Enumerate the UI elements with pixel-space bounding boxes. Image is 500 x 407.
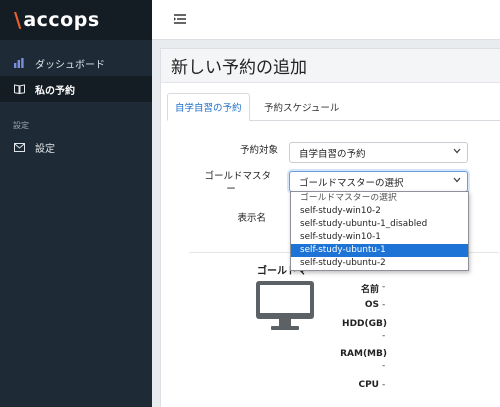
spec-label-cpu: CPU bbox=[358, 380, 379, 390]
monitor-icon bbox=[256, 281, 314, 333]
tab-self-study[interactable]: 自学自習の予約 bbox=[167, 93, 250, 121]
topbar bbox=[152, 0, 500, 40]
tab-schedule[interactable]: 予約スケジュール bbox=[257, 93, 346, 121]
golden-master-label: ゴールドマスタ ー bbox=[191, 170, 271, 196]
golden-master-dropdown[interactable]: ゴールドマスターの選択 self-study-win10-2 self-stud… bbox=[290, 191, 469, 271]
golden-master-label-line2: ー bbox=[226, 184, 236, 195]
brand-name: accops bbox=[23, 9, 100, 31]
dropdown-option[interactable]: self-study-ubuntu-2 bbox=[291, 257, 468, 270]
display-name-label: 表示名 bbox=[237, 213, 266, 224]
target-select-value: 自学自習の予約 bbox=[299, 148, 366, 160]
golden-master-label-line1: ゴールドマスタ bbox=[204, 171, 271, 182]
page-title: 新しい予約の追加 bbox=[171, 58, 307, 78]
spec-value-cpu: - bbox=[382, 380, 386, 390]
dropdown-option[interactable]: self-study-win10-2 bbox=[291, 205, 468, 218]
chevron-down-icon bbox=[453, 147, 461, 157]
sidebar-item-my-reservations[interactable]: 私の予約 bbox=[0, 76, 152, 102]
spec-value-ram: - bbox=[382, 361, 386, 371]
book-icon bbox=[13, 84, 25, 94]
sidebar-item-label: 私の予約 bbox=[35, 85, 75, 97]
spec-label-hdd: HDD(GB) bbox=[342, 319, 387, 329]
target-label: 予約対象 bbox=[239, 145, 278, 156]
spec-value-name: - bbox=[382, 282, 386, 292]
brand-logo[interactable]: \ accops bbox=[0, 0, 152, 40]
dropdown-option[interactable]: self-study-ubuntu-1_disabled bbox=[291, 218, 468, 231]
dropdown-option[interactable]: ゴールドマスターの選択 bbox=[291, 192, 468, 205]
sidebar-item-label: ダッシュボード bbox=[35, 59, 105, 71]
spec-value-os: - bbox=[382, 300, 386, 310]
target-select[interactable]: 自学自習の予約 bbox=[289, 142, 468, 163]
dropdown-option[interactable]: self-study-win10-1 bbox=[291, 231, 468, 244]
tab-bar: 自学自習の予約 予約スケジュール bbox=[167, 93, 500, 121]
brand-mark: \ bbox=[14, 8, 22, 32]
sidebar-section-title: 設定 bbox=[13, 121, 29, 130]
card-header: 新しい予約の追加 bbox=[161, 49, 500, 83]
mail-icon bbox=[13, 142, 25, 152]
menu-toggle-icon[interactable] bbox=[174, 13, 186, 27]
bar-chart-icon bbox=[13, 58, 25, 68]
dropdown-option-selected[interactable]: self-study-ubuntu-1 bbox=[291, 244, 468, 257]
sidebar: \ accops ダッシュボード 私の予約 設定 設定 bbox=[0, 0, 152, 407]
spec-label-name: 名前 bbox=[360, 285, 379, 295]
sidebar-item-label: 設定 bbox=[35, 143, 55, 155]
chevron-down-icon bbox=[453, 176, 461, 186]
spec-value-hdd: - bbox=[382, 331, 386, 341]
spec-label-os: OS bbox=[364, 300, 379, 310]
sidebar-item-settings[interactable]: 設定 bbox=[0, 134, 152, 160]
golden-master-select-value: ゴールドマスターの選択 bbox=[299, 177, 404, 189]
golden-master-select[interactable]: ゴールドマスターの選択 bbox=[289, 171, 468, 192]
spec-label-ram: RAM(MB) bbox=[340, 349, 387, 359]
sidebar-item-dashboard[interactable]: ダッシュボード bbox=[0, 50, 152, 76]
reservation-card: 新しい予約の追加 自学自習の予約 予約スケジュール 予約対象 自学自習の予約 ゴ… bbox=[160, 48, 500, 407]
